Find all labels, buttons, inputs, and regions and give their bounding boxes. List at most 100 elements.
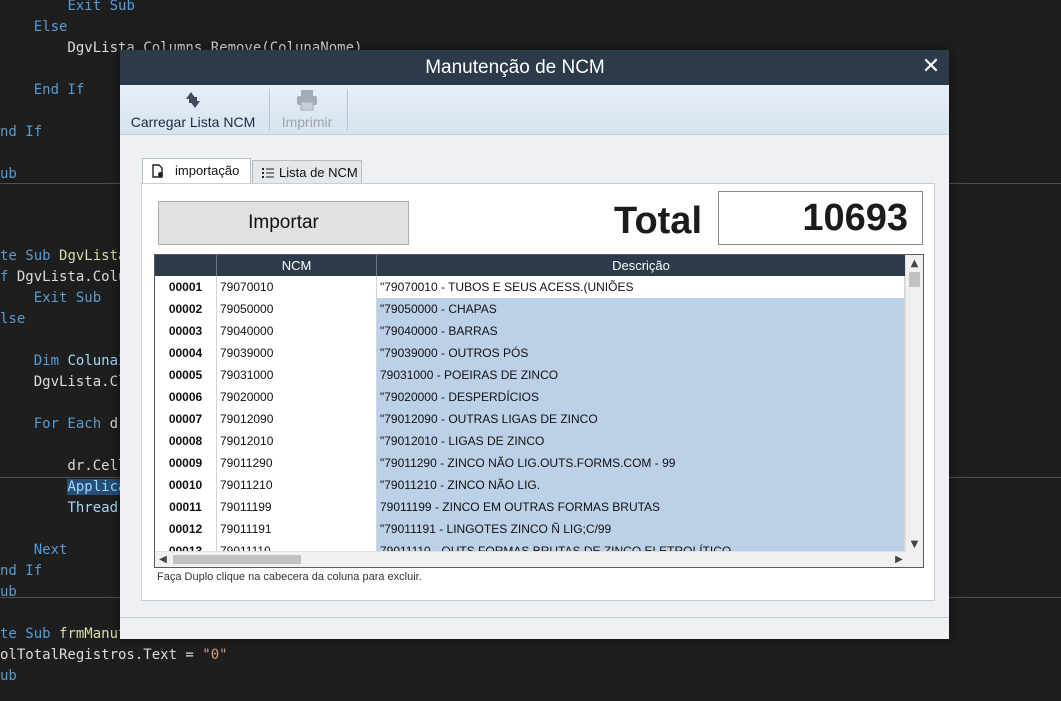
description-cell[interactable]: "79011191 - LINGOTES ZINCO Ñ LIG;C/99 <box>377 518 905 540</box>
close-button[interactable]: ✕ <box>919 55 943 79</box>
description-cell[interactable]: "79070010 - TUBOS E SEUS ACESS.(UNIÕES <box>377 276 905 298</box>
row-number-cell[interactable]: 00003 <box>155 320 217 342</box>
table-row[interactable]: 00003 79040000 "79040000 - BARRAS <box>155 320 905 342</box>
code-line: Else <box>0 17 68 38</box>
scroll-left-icon[interactable]: ◀ <box>155 552 171 567</box>
column-header-ncm[interactable]: NCM <box>217 255 377 276</box>
scroll-up-icon[interactable]: ▲ <box>906 255 923 272</box>
ncm-cell[interactable]: 79011210 <box>217 474 377 496</box>
ncm-cell[interactable]: 79070010 <box>217 276 377 298</box>
table-row[interactable]: 00005 79031000 79031000 - POEIRAS DE ZINCO <box>155 364 905 386</box>
row-number-cell[interactable]: 00005 <box>155 364 217 386</box>
total-label: Total <box>614 200 702 242</box>
ncm-cell[interactable]: 79012090 <box>217 408 377 430</box>
refresh-arrows-icon <box>186 92 200 108</box>
code-token: f <box>0 269 17 285</box>
code-line: Next <box>0 540 68 561</box>
ncm-cell[interactable]: 79011290 <box>217 452 377 474</box>
table-row[interactable]: 00011 79011199 79011199 - ZINCO EM OUTRAS … <box>155 496 905 518</box>
table-row[interactable]: 00010 79011210 "79011210 - ZINCO NÃO LIG. <box>155 474 905 496</box>
row-number-cell[interactable]: 00008 <box>155 430 217 452</box>
horizontal-scroll-thumb[interactable] <box>173 555 301 564</box>
ncm-cell[interactable]: 79031000 <box>217 364 377 386</box>
row-number-cell[interactable]: 00010 <box>155 474 217 496</box>
tab-lista-ncm[interactable]: Lista de NCM <box>252 160 362 184</box>
tab-importacao-label: importação <box>175 163 240 178</box>
load-ncm-list-button[interactable]: Carregar Lista NCM <box>125 85 261 135</box>
description-cell[interactable]: "79011290 - ZINCO NÃO LIG.OUTS.FORMS.COM… <box>377 452 905 474</box>
title-bar[interactable]: Manutenção de NCM ✕ <box>120 50 949 85</box>
ncm-cell[interactable]: 79020000 <box>217 386 377 408</box>
ncm-cell[interactable]: 79011199 <box>217 496 377 518</box>
description-cell[interactable]: "79040000 - BARRAS <box>377 320 905 342</box>
table-row[interactable]: 00002 79050000 "79050000 - CHAPAS <box>155 298 905 320</box>
import-button[interactable]: Importar <box>158 201 409 245</box>
list-icon <box>262 168 274 178</box>
code-line: ub <box>0 164 17 185</box>
ncm-cell[interactable]: 79039000 <box>217 342 377 364</box>
code-token: te Sub <box>0 626 60 642</box>
table-row[interactable]: 00004 79039000 "79039000 - OUTROS PÓS <box>155 342 905 364</box>
print-button[interactable]: Imprimir <box>276 85 338 135</box>
description-cell[interactable]: 79011199 - ZINCO EM OUTRAS FORMAS BRUTAS <box>377 496 905 518</box>
horizontal-scrollbar[interactable]: ◀ ▶ <box>155 551 907 567</box>
vertical-scroll-thumb[interactable] <box>909 272 920 287</box>
code-line: olTotalRegistros.Text = "0" <box>0 645 228 666</box>
code-token: Exit Sub <box>67 0 135 14</box>
code-token: Dim <box>33 353 68 369</box>
code-token: DgvLista.Colu <box>16 269 127 285</box>
row-number-cell[interactable]: 00012 <box>155 518 217 540</box>
row-number-cell[interactable]: 00011 <box>155 496 217 518</box>
ncm-cell[interactable]: 79050000 <box>217 298 377 320</box>
grid-header: NCM Descrição <box>155 255 923 276</box>
toolbar-divider <box>269 89 270 131</box>
code-line: Exit Sub <box>0 0 135 17</box>
footer-divider <box>120 617 949 618</box>
row-number-cell[interactable]: 00009 <box>155 452 217 474</box>
description-cell[interactable]: "79012090 - OUTRAS LIGAS DE ZINCO <box>377 408 905 430</box>
description-cell[interactable]: "79039000 - OUTROS PÓS <box>377 342 905 364</box>
code-line: DgvLista.Cle <box>0 372 135 393</box>
table-row[interactable]: 00008 79012010 "79012010 - LIGAS DE ZINCO <box>155 430 905 452</box>
vertical-scrollbar[interactable]: ▲ ▼ <box>905 255 923 553</box>
ncm-cell[interactable]: 79011191 <box>217 518 377 540</box>
code-token: DgvLista <box>59 248 127 264</box>
code-token: End If <box>33 82 85 98</box>
description-cell[interactable]: "79011210 - ZINCO NÃO LIG. <box>377 474 905 496</box>
row-number-cell[interactable]: 00007 <box>155 408 217 430</box>
description-cell[interactable]: "79012010 - LIGAS DE ZINCO <box>377 430 905 452</box>
tab-importacao[interactable]: importação <box>142 158 251 184</box>
row-number-cell[interactable]: 00001 <box>155 276 217 298</box>
code-line: te Sub frmManut <box>0 624 126 645</box>
column-header-descricao[interactable]: Descrição <box>377 255 905 276</box>
ncm-data-grid[interactable]: NCM Descrição 00001 79070010 "79070010 - T… <box>154 254 924 568</box>
code-token: For Each <box>33 416 110 432</box>
total-value: 10693 <box>718 191 923 245</box>
row-number-cell[interactable]: 00004 <box>155 342 217 364</box>
table-row[interactable]: 00007 79012090 "79012090 - OUTRAS LIGAS DE… <box>155 408 905 430</box>
code-token: olTotalRegistros.Text = <box>0 647 203 663</box>
ncm-cell[interactable]: 79012010 <box>217 430 377 452</box>
row-number-cell[interactable]: 00006 <box>155 386 217 408</box>
code-token: te Sub <box>0 248 60 264</box>
table-row[interactable]: 00012 79011191 "79011191 - LINGOTES ZINCO … <box>155 518 905 540</box>
description-cell[interactable]: "79020000 - DESPERDÍCIOS <box>377 386 905 408</box>
description-cell[interactable]: 79031000 - POEIRAS DE ZINCO <box>377 364 905 386</box>
code-line: Dim ColunaIn <box>0 351 135 372</box>
table-row[interactable]: 00001 79070010 "79070010 - TUBOS E SEUS AC… <box>155 276 905 298</box>
description-cell[interactable]: "79050000 - CHAPAS <box>377 298 905 320</box>
table-row[interactable]: 00009 79011290 "79011290 - ZINCO NÃO LIG.O… <box>155 452 905 474</box>
row-number-cell[interactable]: 00002 <box>155 298 217 320</box>
code-token: "0" <box>202 647 228 663</box>
ncm-cell[interactable]: 79040000 <box>217 320 377 342</box>
table-row[interactable]: 00006 79020000 "79020000 - DESPERDÍCIOS <box>155 386 905 408</box>
code-line: Exit Sub <box>0 288 101 309</box>
row-header-column[interactable] <box>155 255 217 276</box>
code-line: Thread.S <box>0 498 134 519</box>
ncm-dialog: Manutenção de NCM ✕ Carregar Lista NCM I… <box>120 50 949 639</box>
